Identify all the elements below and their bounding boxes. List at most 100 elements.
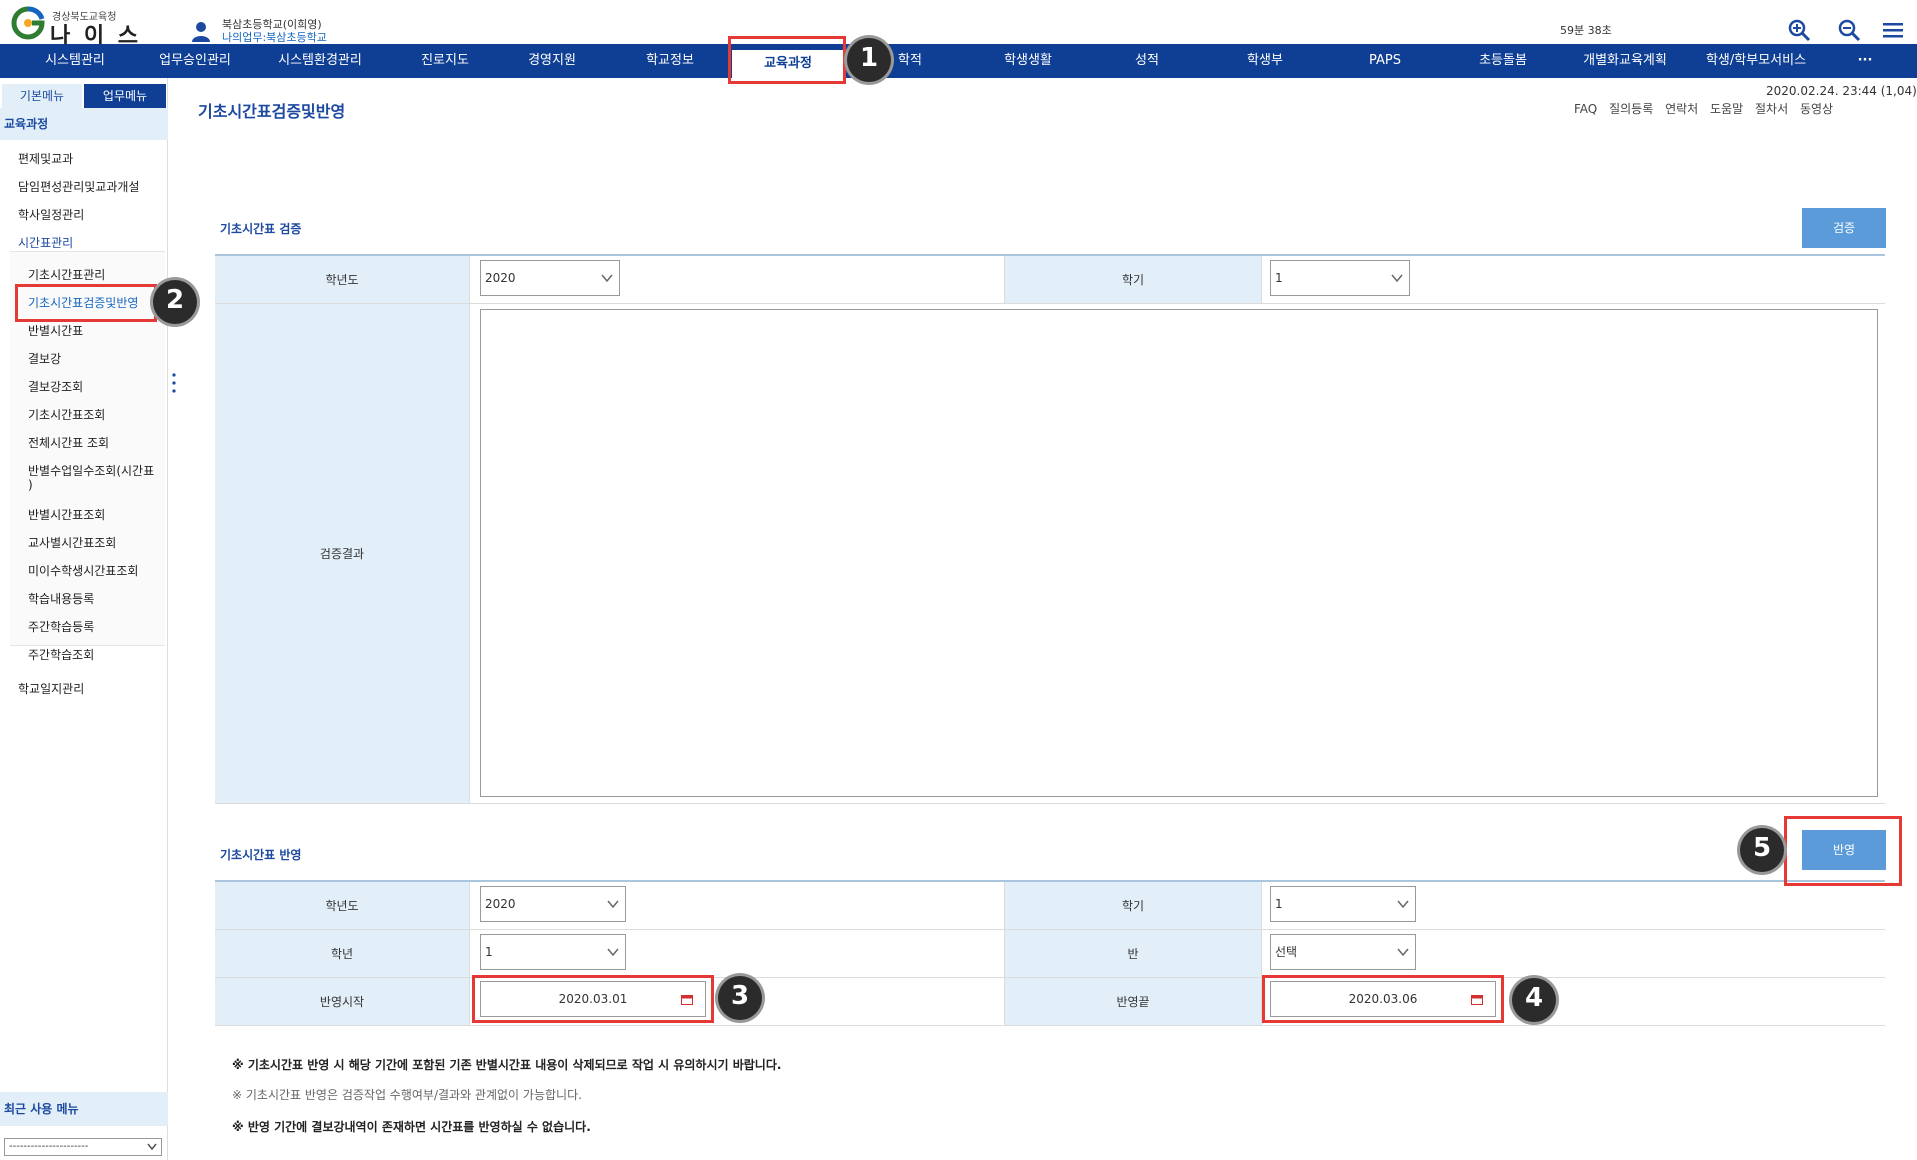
recent-menu-title: 최근 사용 메뉴 [0, 1092, 168, 1126]
verify-section-title: 기초시간표 검증 [220, 222, 302, 236]
chevron-down-icon [1397, 900, 1409, 909]
recent-menu-value: ---------------------- [9, 1141, 89, 1152]
verify-result-label: 검증결과 [215, 304, 470, 804]
apply-start-date-value: 2020.03.01 [558, 992, 628, 1006]
verify-term-label: 학기 [1005, 256, 1262, 304]
page-title: 기초시간표검증및반영 [198, 102, 346, 121]
nav-item-school-info[interactable]: 학교정보 [620, 44, 720, 78]
sidebar-subitem-class-days[interactable]: 반별수업일수조회(시간표 [28, 462, 154, 479]
sidebar-subitem-class-view[interactable]: 반별시간표조회 [28, 506, 105, 523]
apply-term-value: 1 [1275, 897, 1283, 911]
recent-menu-select[interactable]: ---------------------- [4, 1138, 162, 1156]
sidebar-subitem-weekly-view[interactable]: 주간학습조회 [28, 646, 94, 663]
page-datetime: 2020.02.24. 23:44 (1,04) [1766, 84, 1917, 98]
apply-class-value: 선택 [1275, 945, 1298, 959]
nav-more-button[interactable]: ··· [1840, 44, 1890, 78]
chevron-down-icon [607, 948, 619, 957]
nav-item-management[interactable]: 경영지원 [502, 44, 602, 78]
faq-link[interactable]: FAQ [1574, 102, 1597, 116]
sidebar-item-organization[interactable]: 편제및교과 [18, 150, 73, 167]
tab-work-menu[interactable]: 업무메뉴 [84, 84, 166, 108]
sidebar-subitem-substitution[interactable]: 결보강 [28, 350, 61, 367]
nav-item-system-env[interactable]: 시스템환경관리 [260, 44, 380, 78]
nav-item-paps[interactable]: PAPS [1335, 44, 1435, 78]
nav-item-curriculum[interactable]: 교육과정 [730, 48, 846, 78]
apply-start-label: 반영시작 [215, 978, 470, 1026]
step-badge-1: 1 [847, 38, 891, 82]
apply-year-value: 2020 [485, 897, 516, 911]
user-work[interactable]: 나의업무:북삼초등학교 [222, 29, 327, 45]
sidebar-subitem-all-view[interactable]: 전체시간표 조회 [28, 434, 109, 451]
sidebar-item-homeroom[interactable]: 담임편성관리및교과개설 [18, 178, 139, 195]
apply-year-label: 학년도 [215, 882, 470, 930]
sidebar-subitem-weekly-register[interactable]: 주간학습등록 [28, 618, 94, 635]
chevron-down-icon [1397, 948, 1409, 957]
nav-item-student-record[interactable]: 학생부 [1215, 44, 1315, 78]
calendar-icon[interactable] [1471, 994, 1483, 1005]
nav-item-system-admin[interactable]: 시스템관리 [20, 44, 130, 78]
sidebar-resize-handle[interactable] [172, 372, 176, 394]
sidebar-subitem-lesson-register[interactable]: 학습내용등록 [28, 590, 94, 607]
zoom-out-icon[interactable] [1836, 18, 1862, 42]
verify-result-textarea[interactable] [480, 309, 1878, 797]
logo-icon [11, 6, 45, 40]
sidebar: 기본메뉴 업무메뉴 교육과정 편제및교과 담임편성관리및교과개설 학사일정관리 … [0, 78, 168, 1160]
verify-year-select[interactable]: 2020 [480, 260, 620, 296]
nav-item-approval[interactable]: 업무승인관리 [140, 44, 250, 78]
nav-item-grades[interactable]: 성적 [1097, 44, 1197, 78]
calendar-icon[interactable] [681, 994, 693, 1005]
top-header: 경상북도교육청 나 이 스 북삼초등학교(이희영) 나의업무:북삼초등학교 59… [0, 0, 1917, 49]
sidebar-subitem-base-timetable[interactable]: 기초시간표관리 [28, 266, 105, 283]
nav-item-parent-service[interactable]: 학생/학부모서비스 [1686, 44, 1826, 78]
apply-button[interactable]: 반영 [1802, 830, 1886, 870]
nav-item-iep[interactable]: 개별화교육계획 [1565, 44, 1685, 78]
session-timer: 59분 38초 [1560, 24, 1612, 37]
tab-basic-menu[interactable]: 기본메뉴 [2, 84, 82, 108]
apply-grade-value: 1 [485, 945, 493, 959]
apply-term-select[interactable]: 1 [1270, 886, 1416, 922]
inquiry-link[interactable]: 질의등록 [1609, 102, 1653, 116]
sidebar-subitem-class-timetable[interactable]: 반별시간표 [28, 322, 83, 339]
sidebar-subitem-teacher-view[interactable]: 교사별시간표조회 [28, 534, 116, 551]
sidebar-group-timetable[interactable]: 시간표관리 [18, 234, 73, 251]
sidebar-subitem-incomplete-view[interactable]: 미이수학생시간표조회 [28, 562, 138, 579]
sidebar-section-title[interactable]: 교육과정 [0, 108, 168, 140]
apply-grade-label: 학년 [215, 930, 470, 978]
verify-year-value: 2020 [485, 271, 516, 285]
sidebar-subitem-base-view[interactable]: 기초시간표조회 [28, 406, 105, 423]
notice-info-apply: ※ 기초시간표 반영은 검증작업 수행여부/결과와 관계없이 가능합니다. [232, 1088, 582, 1102]
apply-grade-select[interactable]: 1 [480, 934, 626, 970]
apply-end-date-input[interactable]: 2020.03.06 [1270, 981, 1496, 1017]
apply-term-label: 학기 [1005, 882, 1262, 930]
verify-button[interactable]: 검증 [1802, 208, 1886, 248]
main-nav: 시스템관리 업무승인관리 시스템환경관리 진로지도 경영지원 학교정보 교육과정… [0, 44, 1917, 78]
user-icon [192, 22, 210, 42]
notice-warning-substitution: ※ 반영 기간에 결보강내역이 존재하면 시간표를 반영하실 수 없습니다. [232, 1120, 591, 1134]
sidebar-item-academic-calendar[interactable]: 학사일정관리 [18, 206, 84, 223]
sidebar-subitem-substitution-view[interactable]: 결보강조회 [28, 378, 83, 395]
chevron-down-icon [147, 1143, 157, 1151]
sidebar-item-school-diary[interactable]: 학교일지관리 [18, 680, 84, 697]
help-link[interactable]: 도움말 [1710, 102, 1743, 116]
apply-year-select[interactable]: 2020 [480, 886, 626, 922]
apply-class-label: 반 [1005, 930, 1262, 978]
step-badge-3: 3 [718, 976, 762, 1020]
nav-item-care[interactable]: 초등돌봄 [1453, 44, 1553, 78]
zoom-in-icon[interactable] [1786, 18, 1812, 42]
menu-icon[interactable] [1880, 18, 1906, 42]
procedure-link[interactable]: 절차서 [1755, 102, 1788, 116]
step-badge-2: 2 [153, 280, 197, 324]
verify-term-select[interactable]: 1 [1270, 260, 1410, 296]
video-link[interactable]: 동영상 [1800, 102, 1833, 116]
apply-start-date-input[interactable]: 2020.03.01 [480, 981, 706, 1017]
step-badge-4: 4 [1512, 978, 1556, 1022]
help-links: FAQ 질의등록 연락처 도움말 절차서 동영상 [1566, 100, 1833, 117]
chevron-down-icon [601, 274, 613, 283]
apply-section-title: 기초시간표 반영 [220, 848, 302, 862]
nav-item-student-life[interactable]: 학생생활 [978, 44, 1078, 78]
apply-class-select[interactable]: 선택 [1270, 934, 1416, 970]
nav-item-career[interactable]: 진로지도 [395, 44, 495, 78]
sidebar-subitem-verify-apply[interactable]: 기초시간표검증및반영 [28, 294, 138, 311]
sidebar-subitem-class-days-cont: ) [28, 478, 33, 492]
contact-link[interactable]: 연락처 [1665, 102, 1698, 116]
